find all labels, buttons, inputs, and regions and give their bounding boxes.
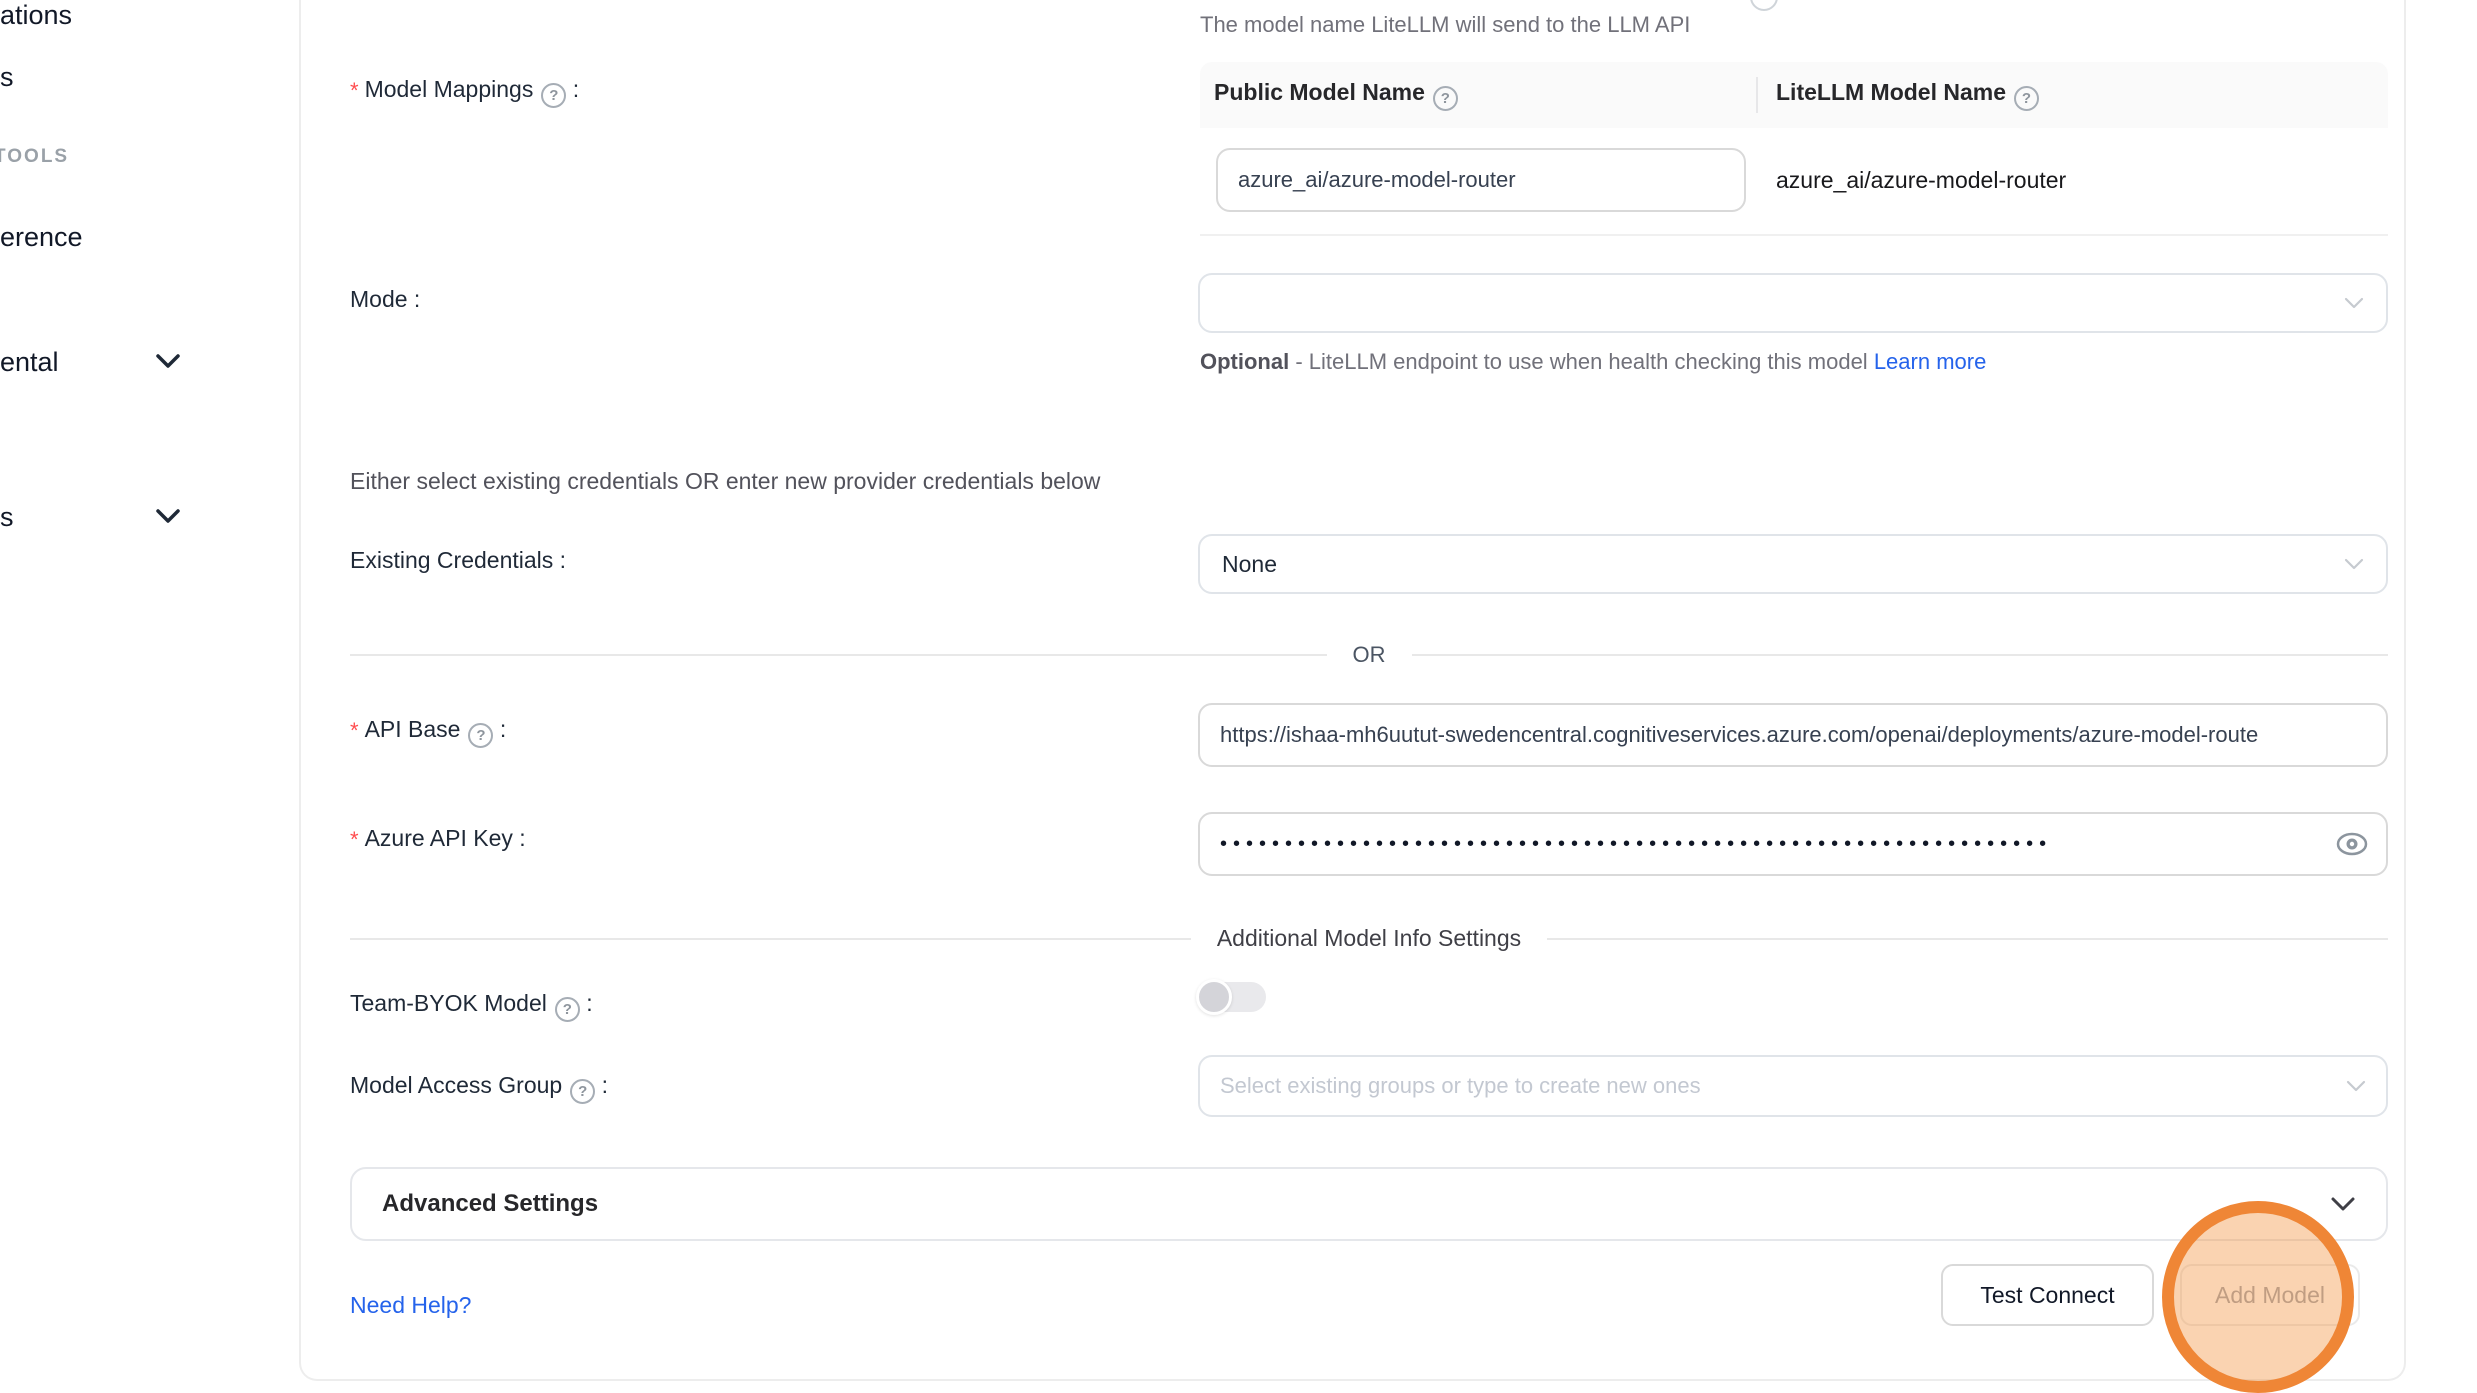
sidebar-item-erence[interactable]: erence [0,222,83,253]
test-connect-button[interactable]: Test Connect [1941,1264,2154,1326]
credentials-note: Either select existing credentials OR en… [350,468,1100,495]
api-base-label: *API Base? [350,716,506,748]
chevron-down-icon[interactable] [156,354,180,369]
litellm-model-name-value: azure_ai/azure-model-router [1776,167,2066,194]
help-icon[interactable]: ? [555,997,580,1022]
model-mappings-table: Public Model Name? LiteLLM Model Name? a… [1200,62,2388,236]
model-access-group-label: Model Access Group? [350,1072,608,1104]
chevron-down-icon [2344,558,2364,570]
chevron-down-icon [2344,297,2364,309]
eye-icon[interactable] [2336,832,2368,856]
col-public-model-name: Public Model Name [1214,79,1425,105]
table-row: azure_ai/azure-model-router [1200,128,2388,236]
additional-settings-divider: Additional Model Info Settings [350,925,2388,952]
chevron-down-icon[interactable] [156,509,180,524]
help-icon[interactable]: ? [2014,86,2039,111]
sidebar-section-tools: TOOLS [0,146,69,168]
azure-api-key-label: *Azure API Key [350,825,526,853]
help-icon[interactable]: ? [468,723,493,748]
mode-label: Mode [350,286,420,313]
team-byok-toggle[interactable] [1198,982,1266,1012]
toggle-knob [1196,979,1232,1015]
team-byok-label: Team-BYOK Model? [350,990,593,1022]
mode-select[interactable] [1198,273,2388,333]
existing-credentials-label: Existing Credentials [350,547,566,574]
advanced-settings-panel[interactable]: Advanced Settings [350,1167,2388,1241]
col-litellm-model-name: LiteLLM Model Name [1776,79,2006,105]
add-model-button[interactable]: Add Model [2180,1264,2360,1326]
required-asterisk: * [350,78,359,103]
chevron-down-icon [2346,1080,2366,1092]
required-asterisk: * [350,827,359,852]
table-header: Public Model Name? LiteLLM Model Name? [1200,62,2388,128]
advanced-settings-title: Advanced Settings [382,1190,598,1218]
model-mappings-label: *Model Mappings? [350,76,579,108]
help-icon[interactable]: ? [570,1079,595,1104]
chevron-down-icon [2330,1196,2356,1212]
sidebar-item-ations[interactable]: ations [0,0,72,31]
mode-help-text: Optional - LiteLLM endpoint to use when … [1200,342,2020,381]
existing-credentials-select[interactable]: None [1198,534,2388,594]
api-base-input[interactable] [1198,703,2388,767]
column-divider [1756,77,1758,113]
model-access-group-input[interactable] [1198,1055,2388,1117]
required-asterisk: * [350,718,359,743]
sidebar-item-ental[interactable]: ental [0,347,59,378]
sidebar-item-s2[interactable]: s [0,502,14,533]
sidebar-item-s[interactable]: s [0,62,14,93]
help-icon[interactable]: ? [1433,86,1458,111]
model-name-hint: The model name LiteLLM will send to the … [1200,12,1690,38]
learn-more-link[interactable]: Learn more [1874,349,1987,374]
need-help-link[interactable]: Need Help? [350,1292,471,1319]
help-icon[interactable]: ? [541,83,566,108]
or-divider: OR [350,642,2388,668]
public-model-name-input[interactable] [1216,148,1746,212]
azure-api-key-input[interactable] [1198,812,2388,876]
existing-credentials-value: None [1222,551,1277,578]
